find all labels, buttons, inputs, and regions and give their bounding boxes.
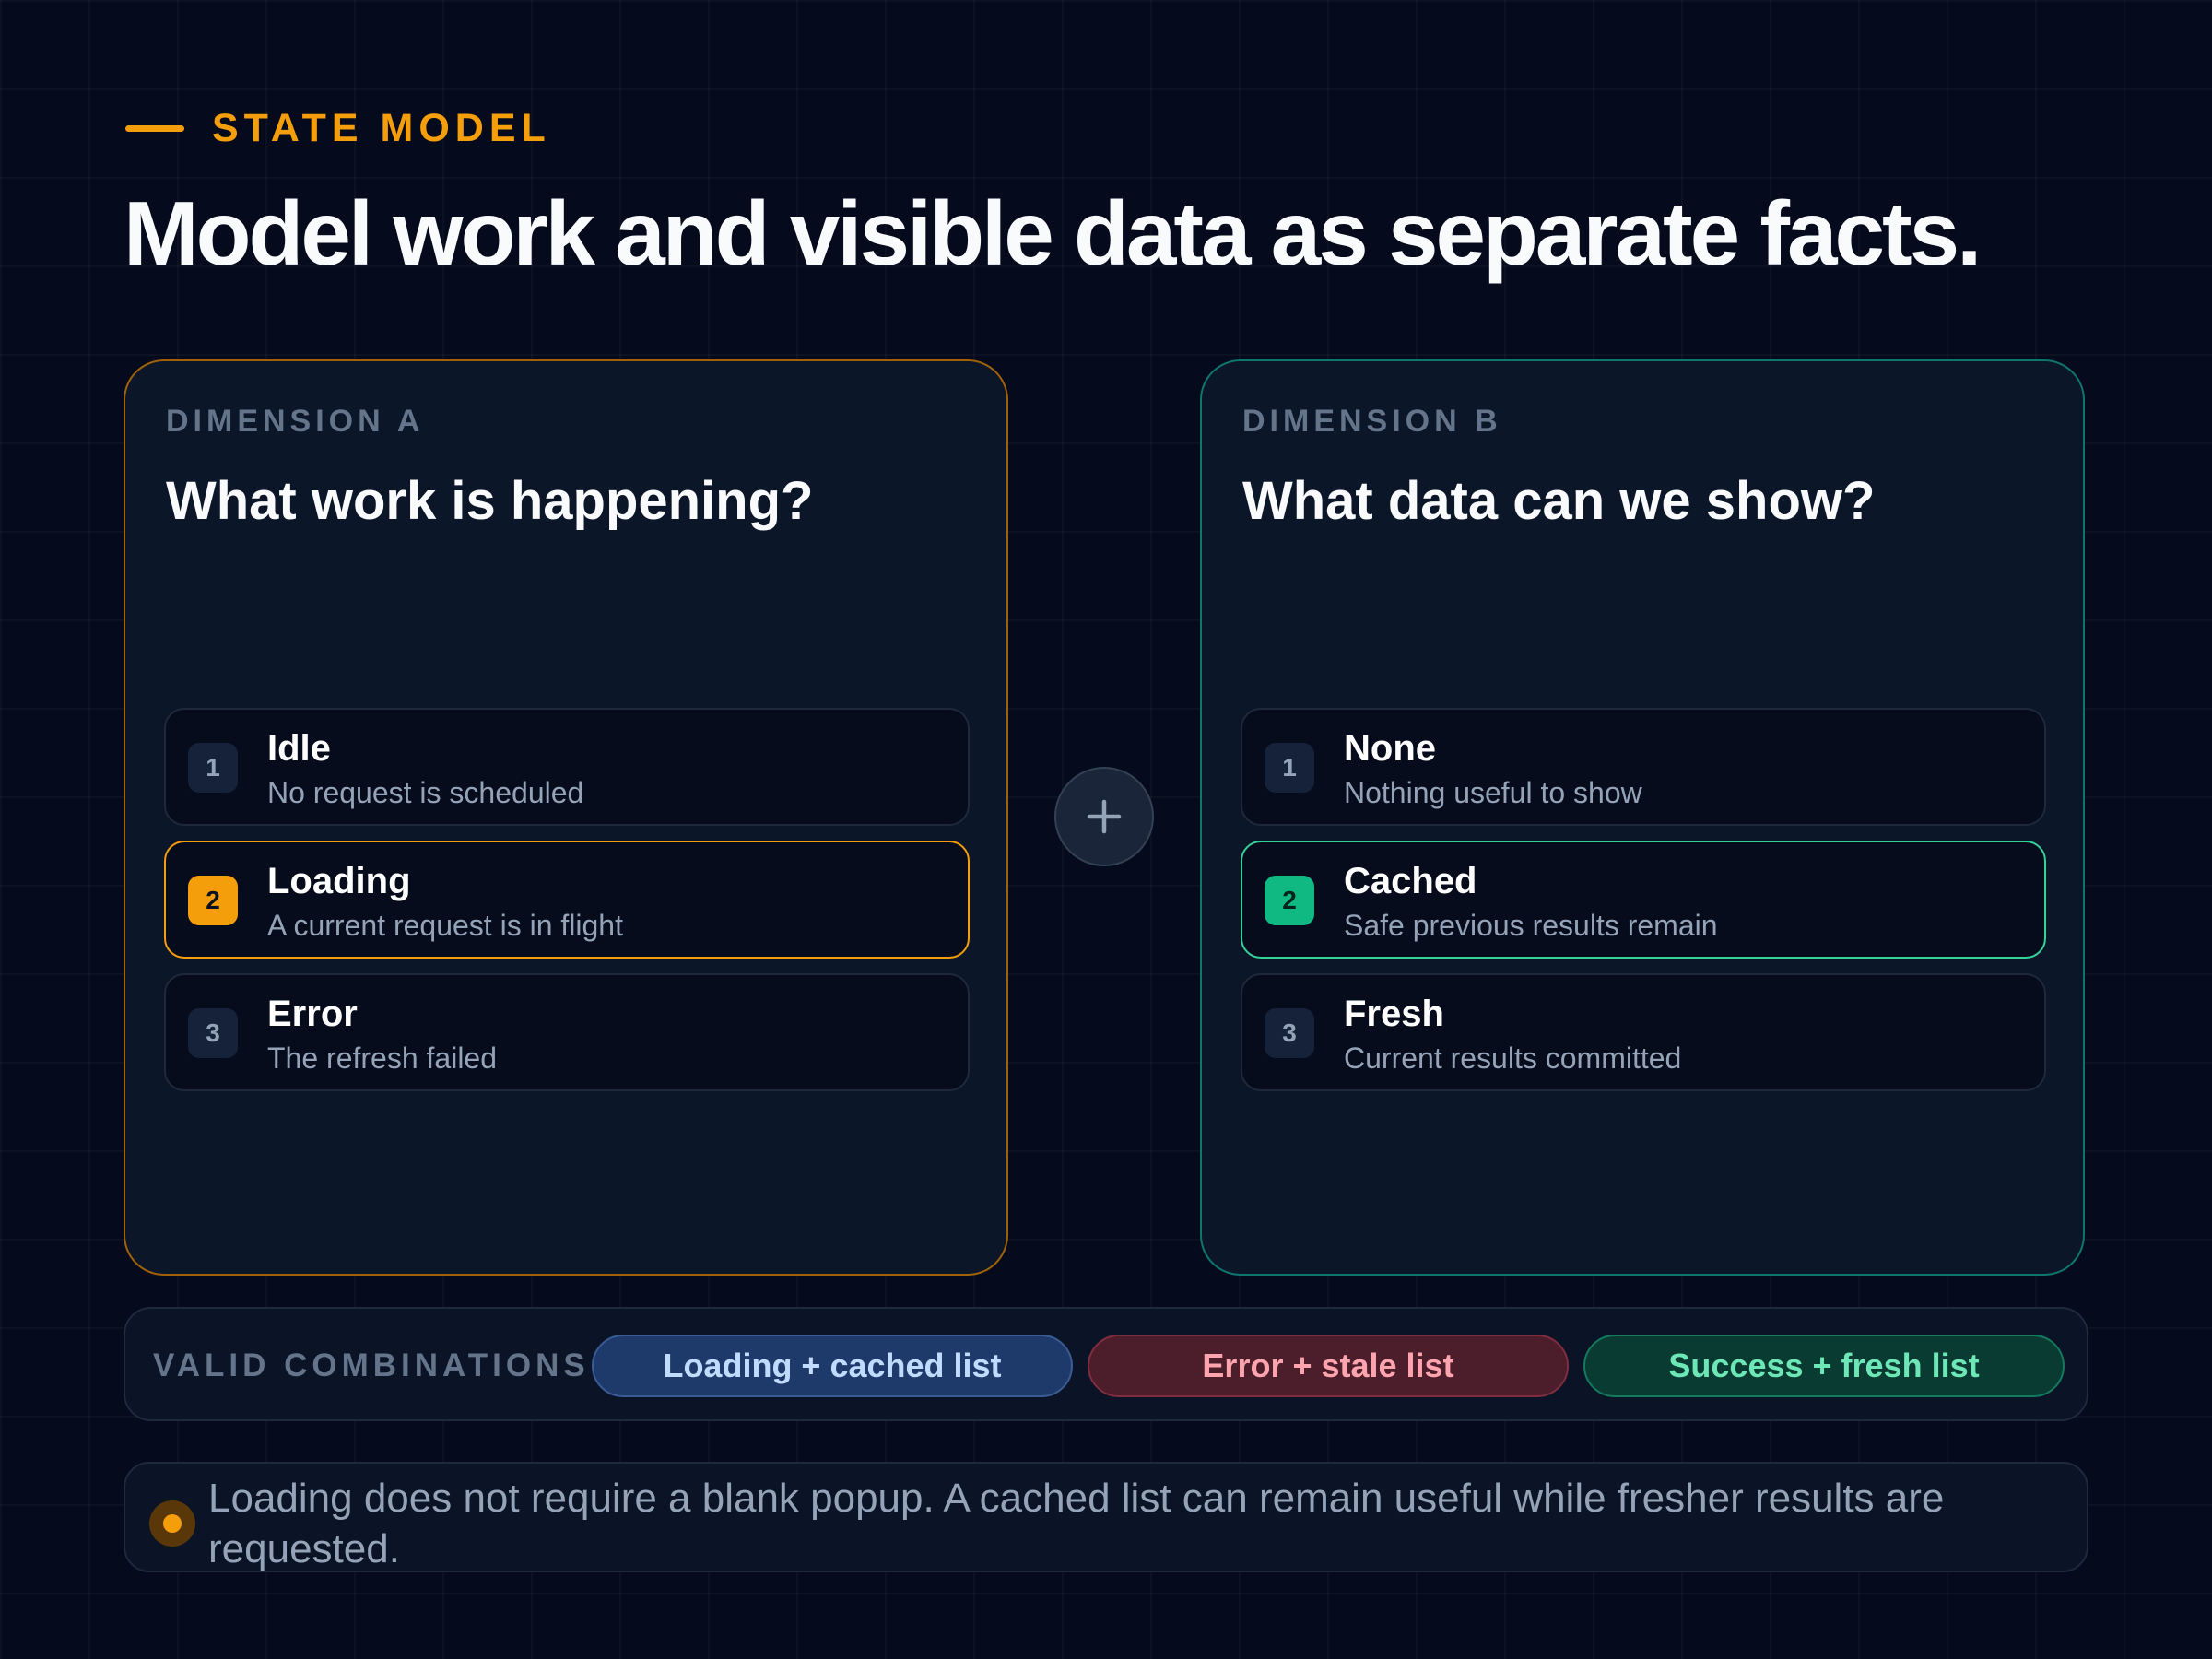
state-number-badge: 1	[188, 743, 238, 793]
state-description: Current results committed	[1344, 1041, 1682, 1075]
state-description: The refresh failed	[267, 1041, 498, 1075]
combination-chip-success-fresh[interactable]: Success + fresh list	[1583, 1335, 2065, 1397]
state-item-loading[interactable]: 2 Loading A current request is in flight	[164, 841, 970, 959]
valid-combinations-label: VALID COMBINATIONS	[153, 1347, 590, 1383]
state-description: Nothing useful to show	[1344, 776, 1642, 809]
state-item-fresh[interactable]: 3 Fresh Current results committed	[1241, 973, 2046, 1091]
dimension-a-question: What work is happening?	[166, 471, 814, 531]
valid-combinations-bar: VALID COMBINATIONS Loading + cached list…	[124, 1307, 2088, 1421]
page-title: Model work and visible data as separate …	[124, 182, 1982, 284]
state-number-badge: 3	[188, 1008, 238, 1058]
combination-chip-error-stale[interactable]: Error + stale list	[1088, 1335, 1569, 1397]
combine-plus-button	[1054, 767, 1154, 866]
state-title: Idle	[267, 728, 331, 769]
work-state-list: 1 Idle No request is scheduled 2 Loading…	[164, 708, 970, 1106]
state-title: Cached	[1344, 861, 1477, 901]
data-state-list: 1 None Nothing useful to show 2 Cached S…	[1241, 708, 2046, 1106]
dimension-b-label: DIMENSION B	[1242, 404, 1502, 439]
state-item-error[interactable]: 3 Error The refresh failed	[164, 973, 970, 1091]
info-note: Loading does not require a blank popup. …	[124, 1462, 2088, 1572]
state-item-none[interactable]: 1 None Nothing useful to show	[1241, 708, 2046, 826]
state-number-badge: 1	[1265, 743, 1314, 793]
combination-chip-loading-cached[interactable]: Loading + cached list	[592, 1335, 1073, 1397]
state-number-badge: 2	[1265, 876, 1314, 925]
section-eyebrow: STATE MODEL	[125, 103, 551, 153]
state-title: Loading	[267, 861, 411, 901]
dimension-a-panel: DIMENSION A What work is happening? 1 Id…	[124, 359, 1008, 1276]
state-item-cached[interactable]: 2 Cached Safe previous results remain	[1241, 841, 2046, 959]
status-dot-icon	[149, 1500, 195, 1547]
state-number-badge: 2	[188, 876, 238, 925]
state-title: None	[1344, 728, 1436, 769]
eyebrow-accent-bar	[125, 124, 184, 132]
eyebrow-label: STATE MODEL	[212, 105, 551, 150]
state-description: Safe previous results remain	[1344, 909, 1718, 942]
state-description: A current request is in flight	[267, 909, 623, 942]
state-title: Error	[267, 994, 358, 1034]
dimension-b-panel: DIMENSION B What data can we show? 1 Non…	[1200, 359, 2085, 1276]
dimension-a-label: DIMENSION A	[166, 404, 425, 439]
state-description: No request is scheduled	[267, 776, 584, 809]
dimension-b-question: What data can we show?	[1242, 471, 1876, 531]
plus-icon	[1087, 799, 1122, 834]
state-item-idle[interactable]: 1 Idle No request is scheduled	[164, 708, 970, 826]
state-number-badge: 3	[1265, 1008, 1314, 1058]
note-text: Loading does not require a blank popup. …	[208, 1476, 1945, 1571]
state-title: Fresh	[1344, 994, 1444, 1034]
